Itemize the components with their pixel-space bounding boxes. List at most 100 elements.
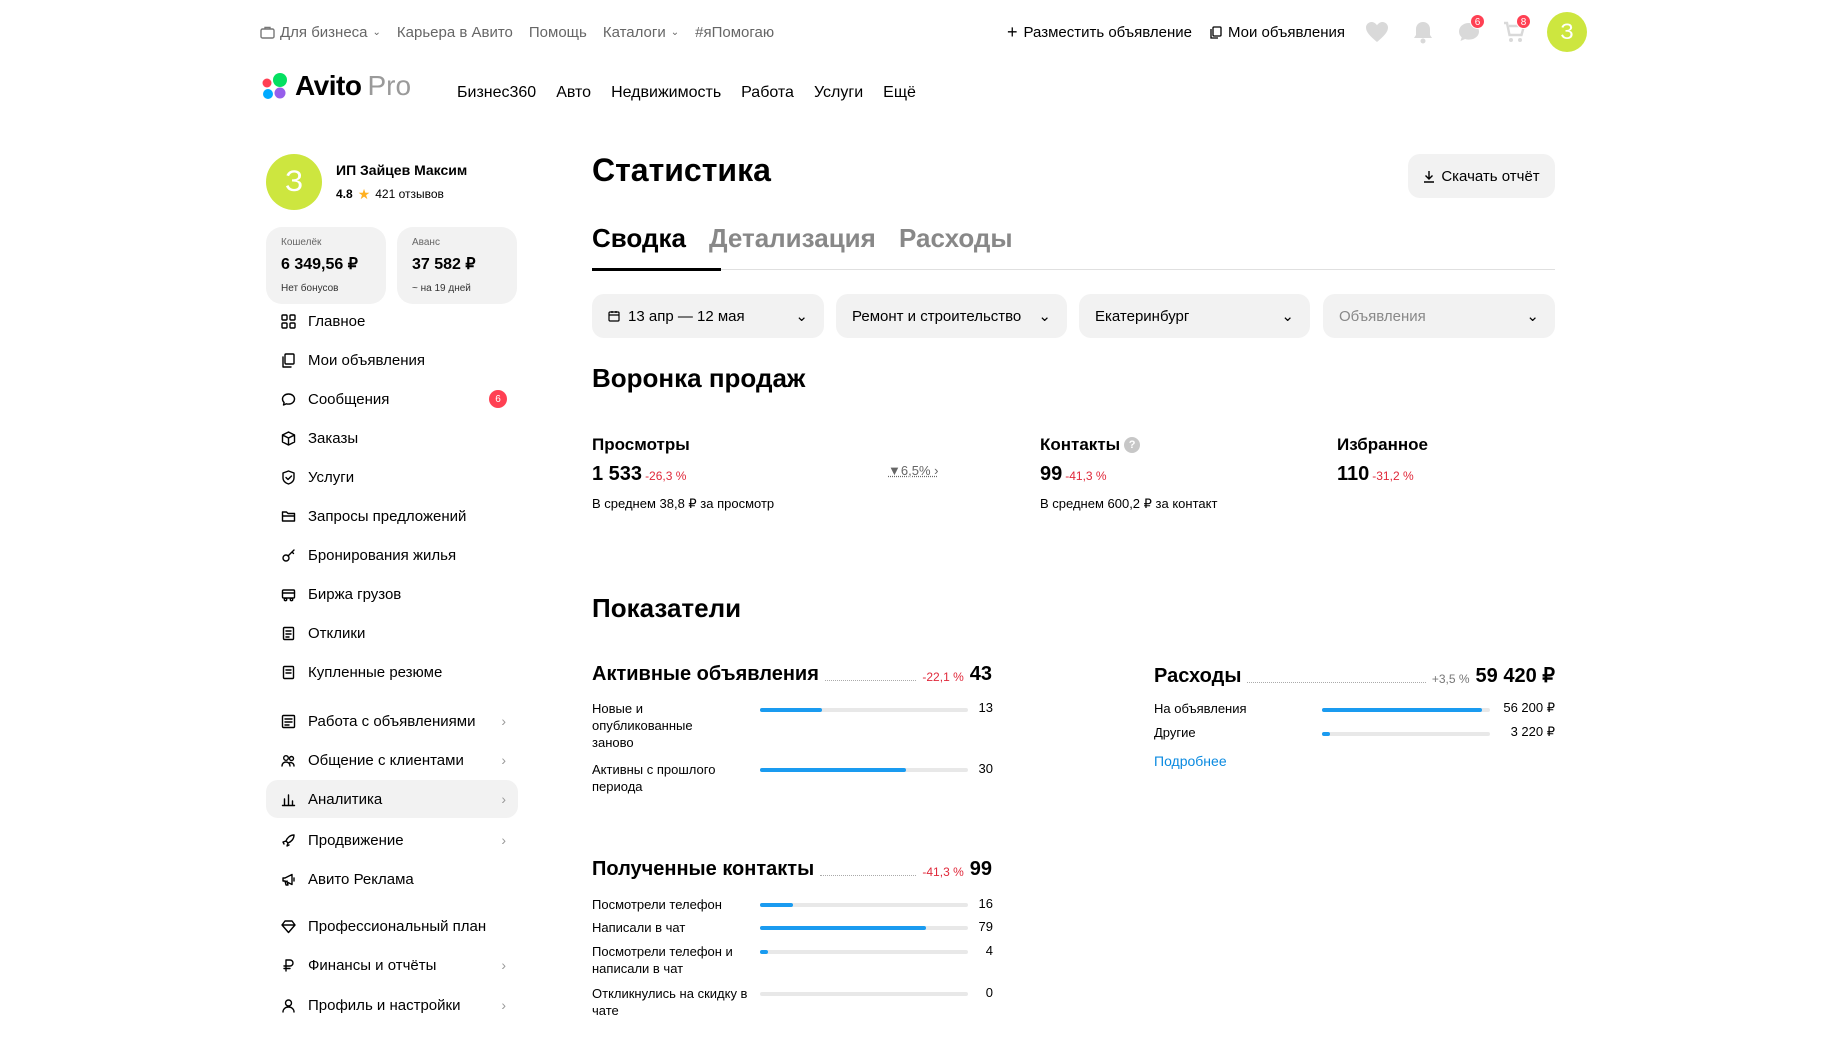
career-link[interactable]: Карьера в Авито <box>397 24 513 41</box>
cart-button[interactable]: 8 <box>1501 14 1531 46</box>
sidebar-item-label: Профессиональный план <box>308 917 487 935</box>
sidebar-item-4[interactable]: Услуги <box>266 458 518 496</box>
chevron-right-icon: › <box>501 752 506 768</box>
nav-more[interactable]: Ещё <box>883 84 916 102</box>
help-icon[interactable]: ? <box>1124 437 1141 453</box>
people-icon <box>280 752 296 768</box>
active-tab-underline <box>592 268 721 271</box>
sidebar-item-label: Услуги <box>308 468 355 486</box>
sidebar-item-17[interactable]: Профиль и настройки › <box>266 986 518 1024</box>
metrics-title: Показатели <box>592 593 742 623</box>
sidebar-item-label: Профиль и настройки <box>308 996 461 1014</box>
sidebar-item-label: Биржа грузов <box>308 585 402 603</box>
chevron-down-icon: ⌄ <box>795 308 808 325</box>
conversion-link[interactable]: ▼6,5% › <box>888 463 938 478</box>
tab-expenses[interactable]: Расходы <box>899 223 1013 254</box>
download-report-button[interactable]: Скачать отчёт <box>1408 154 1555 198</box>
nav-services[interactable]: Услуги <box>814 84 863 102</box>
metric-row-label: Откликнулись на скидку в чате <box>592 986 748 1018</box>
category-select[interactable]: Ремонт и строительство ⌄ <box>836 294 1067 338</box>
metric-bar-fill <box>1322 708 1482 712</box>
calendar-icon <box>608 311 620 322</box>
stats-tabs: Сводка Детализация Расходы <box>592 220 1555 271</box>
nav-realty[interactable]: Недвижимость <box>611 84 721 102</box>
metric-bar <box>760 950 968 954</box>
dotted-leader <box>824 680 917 681</box>
sidebar-item-15[interactable]: Профессиональный план <box>266 907 518 945</box>
funnel-views: Просмотры 1 533 -26,3 % В среднем 38,8 ₽ … <box>592 435 775 511</box>
metric-row-label: Написали в чат <box>592 920 686 935</box>
sidebar-item-11[interactable]: Общение с клиентами › <box>266 741 518 779</box>
resume-icon <box>280 664 296 680</box>
messages-button[interactable]: 6 <box>1455 14 1485 46</box>
top-actions: + Разместить объявление Мои объявления 6 … <box>1007 12 1587 52</box>
metric-bar <box>760 926 968 930</box>
sidebar-item-label: Продвижение <box>308 831 404 849</box>
rocket-icon <box>280 832 296 848</box>
sidebar-item-16[interactable]: Финансы и отчёты › <box>266 946 518 984</box>
reviews-link[interactable]: 421 отзывов <box>375 187 444 201</box>
sidebar-item-14[interactable]: Авито Реклама <box>266 860 518 898</box>
advance-card[interactable]: Аванс 37 582 ₽ ~ на 19 дней <box>397 227 517 304</box>
sidebar-item-0[interactable]: Главное <box>266 302 518 340</box>
tab-summary[interactable]: Сводка <box>592 223 686 254</box>
megaphone-icon <box>280 871 296 887</box>
sidebar-item-label: Запросы предложений <box>308 507 467 525</box>
my-ads-button[interactable]: Мои объявления <box>1210 24 1345 41</box>
metric-row-value: 16 <box>978 896 993 911</box>
sidebar-item-10[interactable]: Работа с объявлениями › <box>266 702 518 740</box>
download-icon <box>1424 170 1435 183</box>
more-link[interactable]: Подробнее <box>1154 753 1227 769</box>
profile-card[interactable]: З ИП Зайцев Максим 4.8 ★ 421 отзывов <box>266 154 467 210</box>
metric-row-value: 3 220 ₽ <box>1510 724 1555 739</box>
truck-icon <box>280 586 296 602</box>
sidebar-item-label: Заказы <box>308 429 359 447</box>
tab-details[interactable]: Детализация <box>709 223 876 254</box>
nav-business360[interactable]: Бизнес360 <box>457 84 536 102</box>
bell-icon <box>1414 22 1432 44</box>
nav-jobs[interactable]: Работа <box>741 84 794 102</box>
sidebar-item-label: Главное <box>308 312 366 330</box>
sidebar-item-3[interactable]: Заказы <box>266 419 518 457</box>
for-business-link[interactable]: Для бизнеса ⌄ <box>260 24 381 41</box>
chevron-right-icon: › <box>501 791 506 807</box>
favorites-button[interactable] <box>1363 18 1391 46</box>
sidebar-item-2[interactable]: Сообщения 6 <box>266 380 518 418</box>
avito-pro-logo[interactable]: Avito Pro <box>259 70 411 102</box>
catalogs-link[interactable]: Каталоги ⌄ <box>603 24 679 41</box>
user-avatar[interactable]: З <box>1547 12 1587 52</box>
messages-count-badge: 6 <box>489 390 507 408</box>
sidebar-item-6[interactable]: Бронирования жилья <box>266 536 518 574</box>
notifications-button[interactable] <box>1409 18 1437 46</box>
metric-bar-fill <box>1322 732 1331 736</box>
funnel-icon: ▼ <box>888 463 901 478</box>
metric-row-label: На объявления <box>1154 701 1247 716</box>
metric-row-value: 0 <box>985 985 993 1000</box>
copy-icon <box>1210 25 1222 39</box>
sidebar-item-8[interactable]: Отклики <box>266 614 518 652</box>
period-select[interactable]: 13 апр — 12 мая ⌄ <box>592 294 824 338</box>
help-link[interactable]: Помощь <box>529 24 587 41</box>
sidebar-item-12[interactable]: Аналитика › <box>266 780 518 818</box>
sidebar-item-1[interactable]: Мои объявления <box>266 341 518 379</box>
box-icon <box>280 430 296 446</box>
main-nav: Бизнес360 Авто Недвижимость Работа Услуг… <box>457 84 916 102</box>
sidebar-item-13[interactable]: Продвижение › <box>266 821 518 859</box>
metric-bar-fill <box>760 950 769 954</box>
ruble-icon <box>280 957 296 973</box>
sidebar-item-5[interactable]: Запросы предложений <box>266 497 518 535</box>
city-select[interactable]: Екатеринбург ⌄ <box>1079 294 1310 338</box>
metric-row-label: Активны с прошлого периода <box>592 762 716 794</box>
ya-pomogayu-link[interactable]: #яПомогаю <box>695 24 774 41</box>
copy-icon <box>280 352 296 368</box>
metric-row-value: 30 <box>978 761 993 776</box>
metric-row-label: Другие <box>1154 725 1196 740</box>
post-ad-button[interactable]: + Разместить объявление <box>1007 22 1192 43</box>
sidebar-item-9[interactable]: Купленные резюме <box>266 653 518 691</box>
sidebar-item-label: Купленные резюме <box>308 663 443 681</box>
contacts-header: Полученные контакты -41,3 % 99 <box>592 858 992 880</box>
ads-type-select[interactable]: Объявления ⌄ <box>1323 294 1555 338</box>
sidebar-item-7[interactable]: Биржа грузов <box>266 575 518 613</box>
nav-auto[interactable]: Авто <box>556 84 591 102</box>
wallet-card[interactable]: Кошелёк 6 349,56 ₽ Нет бонусов <box>266 227 386 304</box>
